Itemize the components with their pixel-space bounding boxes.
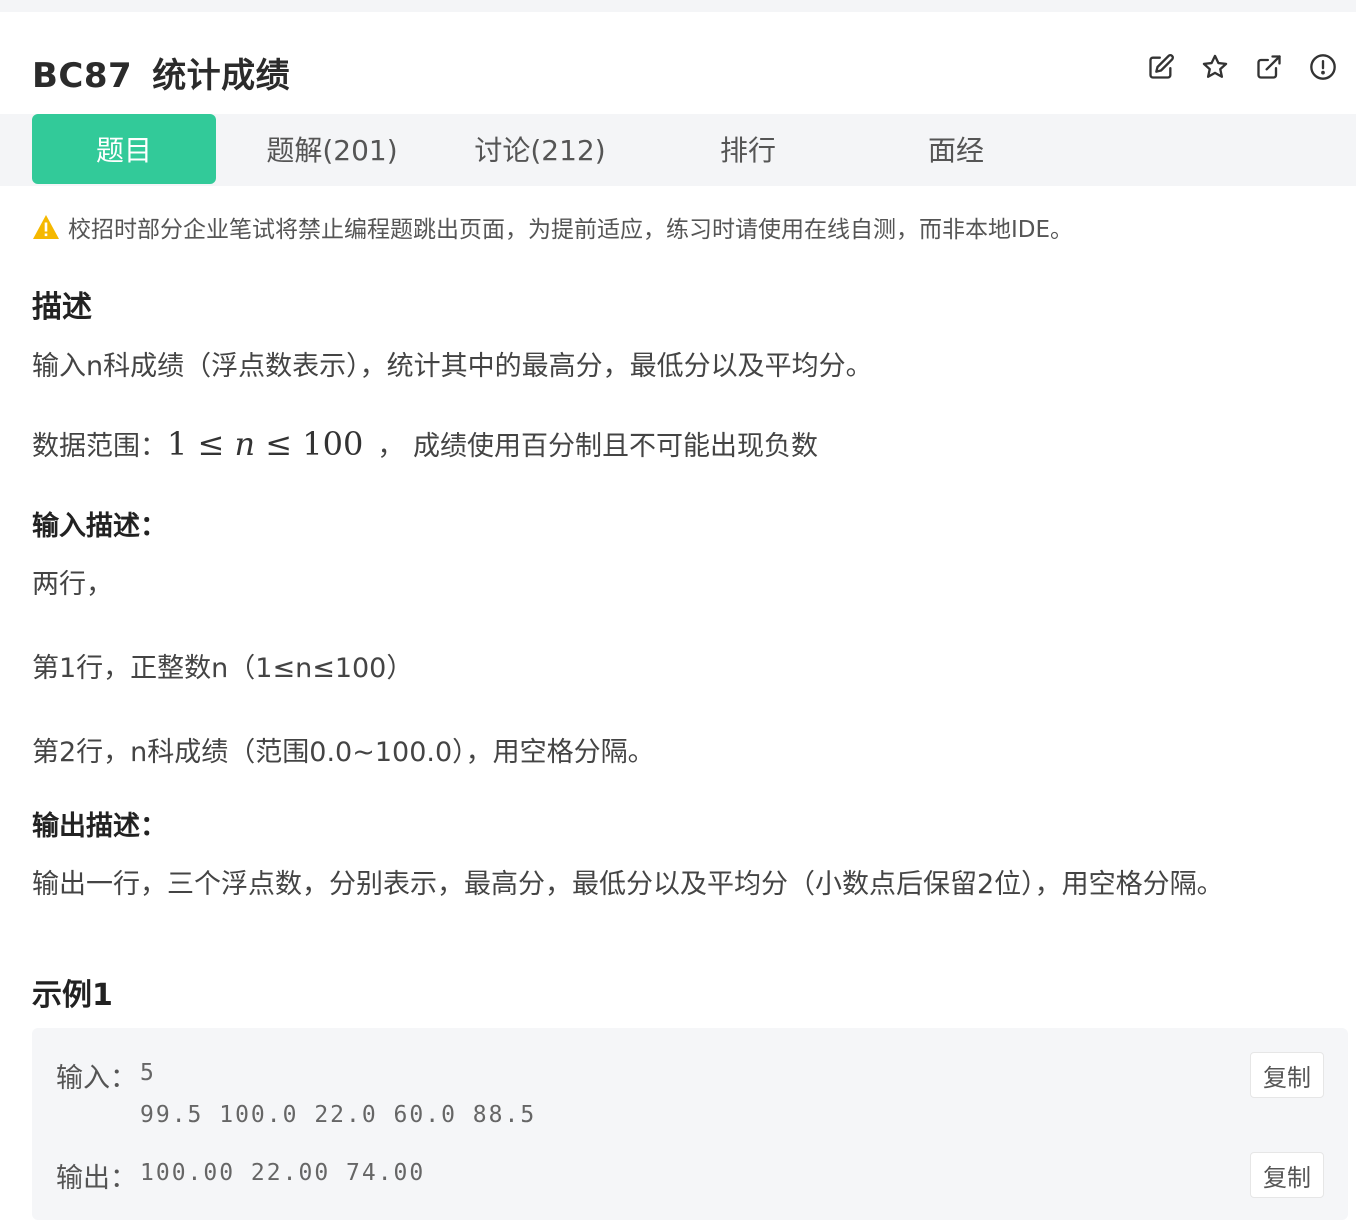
range-prefix: 数据范围：: [32, 431, 167, 462]
tab-ranking[interactable]: 排行: [648, 114, 848, 184]
tab-solutions[interactable]: 题解(201): [232, 114, 432, 184]
page-title: BC87 统计成绩: [32, 48, 290, 97]
report-icon[interactable]: [1308, 52, 1338, 82]
data-range: 数据范围：1 ≤ n ≤ 100 ， 成绩使用百分制且不可能出现负数: [32, 424, 818, 463]
star-icon[interactable]: [1200, 52, 1230, 82]
input-desc-line: 第1行，正整数n（1≤n≤100）: [32, 653, 414, 684]
copy-output-button[interactable]: 复制: [1250, 1152, 1324, 1198]
external-link-icon[interactable]: [1254, 52, 1284, 82]
range-math: 1 ≤ n ≤ 100: [167, 425, 364, 463]
output-desc-text: 输出一行，三个浮点数，分别表示，最高分，最低分以及平均分（小数点后保留2位），用…: [32, 869, 1224, 900]
top-strip: [0, 0, 1356, 12]
example-input-line: 5: [140, 1060, 156, 1086]
edit-icon[interactable]: [1146, 52, 1176, 82]
example-input-line: 99.5 100.0 22.0 60.0 88.5: [140, 1102, 537, 1128]
input-desc-line: 第2行，n科成绩（范围0.0~100.0），用空格分隔。: [32, 737, 655, 768]
example-heading: 示例1: [32, 978, 113, 1013]
notice-text: 校招时部分企业笔试将禁止编程题跳出页面，为提前适应，练习时请使用在线自测，而非本…: [68, 217, 1074, 243]
tab-interview[interactable]: 面经: [856, 114, 1056, 184]
example-output-line: 100.00 22.00 74.00: [140, 1160, 426, 1186]
input-desc-line: 两行，: [32, 569, 113, 600]
description-heading: 描述: [32, 290, 92, 325]
example-output-label: 输出：: [56, 1163, 137, 1194]
notice-banner: 校招时部分企业笔试将禁止编程题跳出页面，为提前适应，练习时请使用在线自测，而非本…: [32, 210, 1073, 244]
example-box: 输入： 5 99.5 100.0 22.0 60.0 88.5 复制 输出： 1…: [32, 1028, 1348, 1220]
description-text: 输入n科成绩（浮点数表示），统计其中的最高分，最低分以及平均分。: [32, 351, 873, 382]
problem-header: BC87 统计成绩: [0, 12, 1356, 114]
example-input-label: 输入：: [56, 1063, 137, 1094]
header-actions: [1146, 52, 1338, 82]
range-suffix: ， 成绩使用百分制且不可能出现负数: [377, 431, 818, 462]
output-desc-heading: 输出描述：: [32, 811, 167, 842]
tab-bar: 题目 题解(201) 讨论(212) 排行 面经: [0, 114, 1356, 186]
warning-icon: [33, 215, 59, 239]
problem-id: BC87: [32, 56, 133, 96]
tab-problem[interactable]: 题目: [32, 114, 216, 184]
tab-discussion[interactable]: 讨论(212): [440, 114, 640, 184]
problem-title: 统计成绩: [152, 56, 291, 96]
copy-input-button[interactable]: 复制: [1250, 1052, 1324, 1098]
input-desc-heading: 输入描述：: [32, 511, 167, 542]
